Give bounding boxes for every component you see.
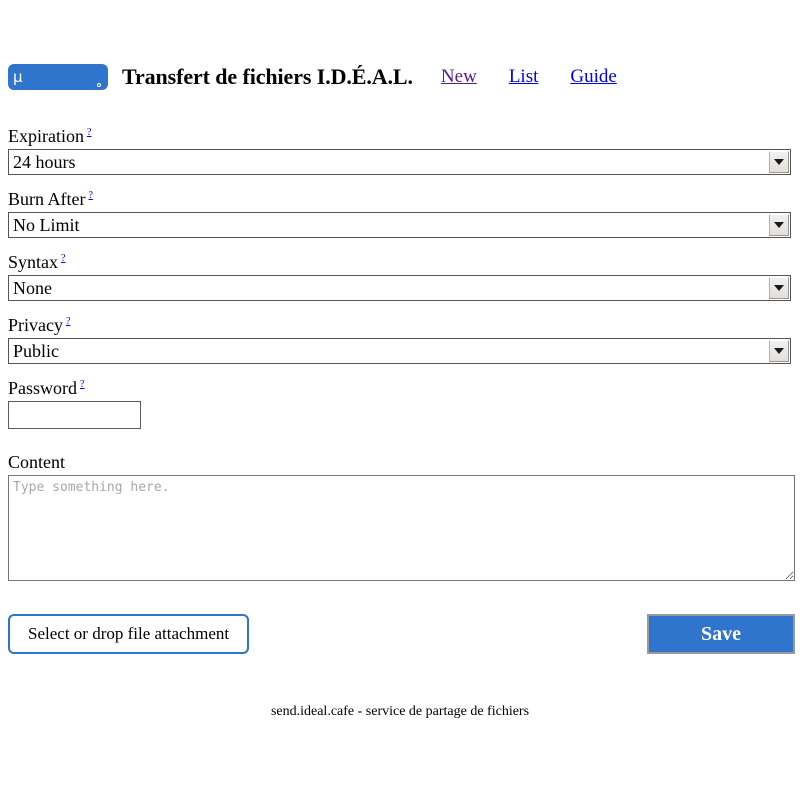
- expiration-select[interactable]: 24 hours: [8, 149, 791, 175]
- site-header: µ Transfert de fichiers I.D.É.A.L. New L…: [8, 50, 792, 104]
- privacy-select[interactable]: Public: [8, 338, 791, 364]
- content-label-text: Content: [8, 452, 65, 472]
- privacy-select-value: Public: [13, 341, 60, 361]
- form-actions: Select or drop file attachment Save: [8, 614, 795, 654]
- select-file-button[interactable]: Select or drop file attachment: [8, 614, 250, 654]
- burn-after-label: Burn After?: [8, 185, 792, 210]
- content-textarea[interactable]: [8, 475, 795, 581]
- logo-dot-icon: [97, 83, 101, 87]
- ideal-logo-icon[interactable]: µ: [8, 64, 108, 90]
- syntax-label-text: Syntax: [8, 252, 59, 272]
- privacy-label-text: Privacy: [8, 315, 63, 335]
- site-footer: send.ideal.cafe - service de partage de …: [270, 704, 530, 719]
- logo-glyph: µ: [13, 67, 23, 86]
- syntax-select[interactable]: None: [8, 275, 791, 301]
- chevron-down-icon[interactable]: [769, 340, 789, 362]
- chevron-down-icon[interactable]: [769, 214, 789, 236]
- chevron-down-glyph: [774, 159, 784, 165]
- syntax-help-icon[interactable]: ?: [61, 253, 65, 264]
- chevron-down-glyph: [774, 222, 784, 228]
- burn-after-label-text: Burn After: [8, 189, 86, 209]
- chevron-down-icon[interactable]: [769, 151, 789, 173]
- password-label-text: Password: [8, 378, 78, 398]
- privacy-help-icon[interactable]: ?: [66, 316, 70, 327]
- password-help-icon[interactable]: ?: [80, 379, 84, 390]
- nav-link-new[interactable]: New: [441, 66, 477, 88]
- page-root: µ Transfert de fichiers I.D.É.A.L. New L…: [0, 0, 800, 728]
- upload-form: Expiration? 24 hours Burn After? No Limi…: [8, 122, 795, 654]
- chevron-down-glyph: [774, 285, 784, 291]
- burn-after-select[interactable]: No Limit: [8, 212, 791, 238]
- expiration-label: Expiration?: [8, 122, 792, 147]
- main-nav: New List Guide: [441, 66, 617, 88]
- burn-after-select-value: No Limit: [13, 215, 80, 235]
- expiration-help-icon[interactable]: ?: [87, 127, 91, 138]
- chevron-down-icon[interactable]: [769, 277, 789, 299]
- expiration-label-text: Expiration: [8, 126, 84, 146]
- nav-link-guide[interactable]: Guide: [570, 66, 616, 88]
- password-label: Password?: [8, 374, 792, 399]
- syntax-label: Syntax?: [8, 248, 792, 273]
- nav-link-list[interactable]: List: [509, 66, 539, 88]
- privacy-label: Privacy?: [8, 311, 792, 336]
- burn-after-help-icon[interactable]: ?: [88, 190, 92, 201]
- content-label: Content: [8, 451, 792, 473]
- page-title: Transfert de fichiers I.D.É.A.L.: [122, 64, 413, 89]
- save-button[interactable]: Save: [647, 614, 795, 654]
- expiration-select-value: 24 hours: [13, 152, 76, 172]
- chevron-down-glyph: [774, 348, 784, 354]
- password-input[interactable]: [8, 401, 141, 429]
- syntax-select-value: None: [13, 278, 52, 298]
